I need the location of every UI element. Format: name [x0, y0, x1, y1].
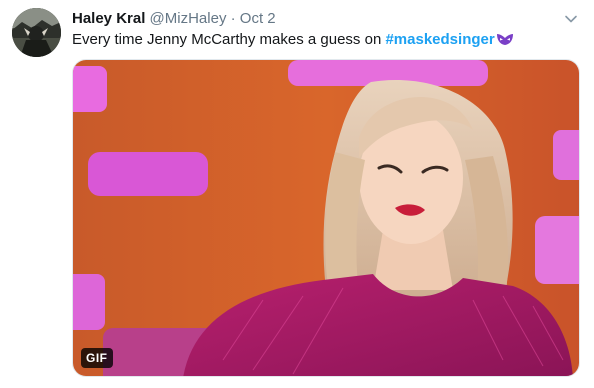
avatar[interactable]: [12, 8, 61, 57]
gif-media[interactable]: GIF: [72, 59, 580, 377]
tweet-date[interactable]: Oct 2: [240, 10, 276, 27]
hashtag-link[interactable]: #maskedsinger: [385, 31, 494, 48]
display-name[interactable]: Haley Kral: [72, 10, 145, 27]
gif-badge: GIF: [81, 348, 113, 368]
tweet-text-body: Every time Jenny McCarthy makes a guess …: [72, 31, 386, 48]
tweet-text: Every time Jenny McCarthy makes a guess …: [72, 30, 574, 52]
separator: ·: [230, 10, 236, 27]
avatar-photo: [12, 8, 61, 57]
chevron-down-icon[interactable]: [562, 10, 580, 28]
mask-icon: [496, 32, 514, 52]
tweet-header: Haley Kral @MizHaley · Oct 2: [72, 9, 554, 29]
user-handle[interactable]: @MizHaley: [150, 10, 227, 27]
tweet[interactable]: Haley Kral @MizHaley · Oct 2 Every time …: [0, 0, 594, 388]
gif-image: [73, 60, 579, 376]
